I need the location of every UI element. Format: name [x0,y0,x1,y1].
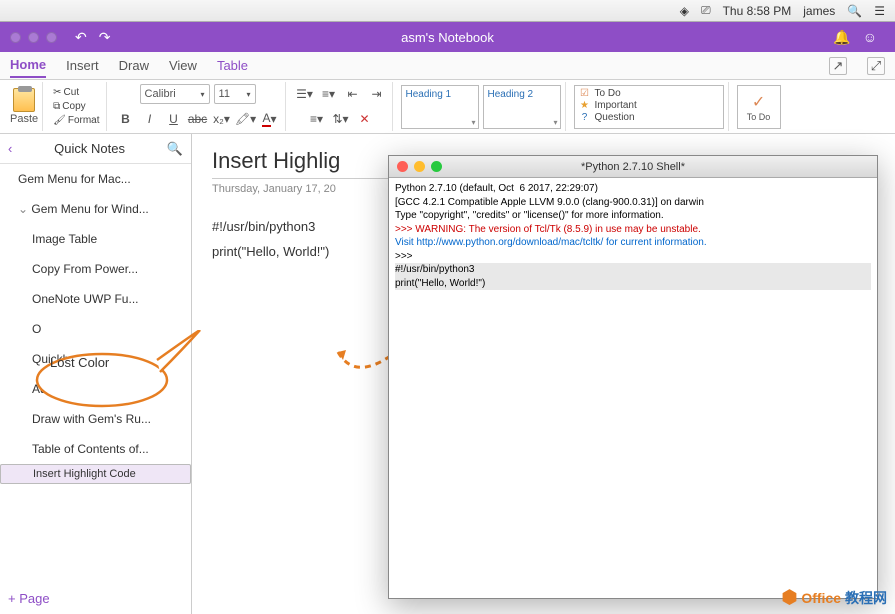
cut-button[interactable]: ✂ Cut [51,86,81,99]
strike-button[interactable]: abc [187,109,209,129]
minimize-icon[interactable] [28,32,39,43]
list-item[interactable]: Gem Menu for Wind... [0,194,191,224]
list-item[interactable]: Table of Contents of... [0,434,191,464]
chevron-left-icon[interactable]: ‹ [8,141,12,156]
close-icon[interactable] [10,32,21,43]
share-icon[interactable]: ↗ [829,57,847,75]
expand-icon[interactable]: ⤢ [867,57,885,75]
outdent-button[interactable]: ⇤ [342,84,364,104]
paste-icon[interactable] [13,88,35,112]
bullets-button[interactable]: ☰▾ [294,84,316,104]
subscript-button[interactable]: x₂▾ [211,109,233,129]
font-color-button[interactable]: A▾ [259,109,281,129]
bold-button[interactable]: B [115,109,137,129]
italic-button[interactable]: I [139,109,161,129]
clear-format-button[interactable]: ✕ [354,109,376,129]
list-item[interactable]: Gem Menu for Mac... [0,164,191,194]
zoom-icon[interactable] [46,32,57,43]
tab-insert[interactable]: Insert [66,54,99,77]
spacing-button[interactable]: ⇅▾ [330,109,352,129]
format-button[interactable]: 🖌 Format [51,114,101,127]
list-item[interactable]: Draw with Gem's Ru... [0,404,191,434]
list-item[interactable]: Image Table [0,224,191,254]
terminal-title: *Python 2.7.10 Shell* [581,161,685,173]
username[interactable]: james [803,4,835,18]
watermark: ⬢ Office教程网 [782,587,887,608]
tab-table[interactable]: Table [217,54,248,77]
todo-button[interactable]: ✓ To Do [737,85,781,129]
tab-home[interactable]: Home [10,53,46,78]
search-icon[interactable]: 🔍 [847,4,862,18]
underline-button[interactable]: U [163,109,185,129]
minimize-icon[interactable] [414,161,425,172]
font-size-select[interactable]: 11▾ [214,84,256,104]
page-list: Gem Menu for Mac... Gem Menu for Wind...… [0,164,191,583]
section-title: Quick Notes [54,141,125,156]
list-item[interactable]: Copy From Power... [0,254,191,284]
close-icon[interactable] [397,161,408,172]
paste-label: Paste [10,113,38,125]
highlight-button[interactable]: 🖍▾ [235,109,257,129]
font-select[interactable]: Calibri▾ [140,84,210,104]
list-item[interactable]: Add Sticky Note in... [0,374,191,404]
zoom-icon[interactable] [431,161,442,172]
terminal-window: *Python 2.7.10 Shell* Python 2.7.10 (def… [388,155,878,599]
office-icon: ⬢ [782,587,798,608]
search-icon[interactable]: 🔍 [167,141,183,157]
align-button[interactable]: ≡▾ [306,109,328,129]
terminal-content[interactable]: Python 2.7.10 (default, Oct 6 2017, 22:2… [389,178,877,598]
undo-button[interactable]: ↶ [69,29,93,46]
menu-icon[interactable]: ☰ [874,4,885,18]
redo-button[interactable]: ↷ [93,29,117,46]
gem-icon[interactable]: ◈ [680,4,689,18]
callout-text: Lost Color [50,355,109,370]
copy-button[interactable]: ⧉ Copy [51,100,88,113]
style-heading2[interactable]: Heading 2▾ [483,85,561,129]
smile-icon[interactable]: ☺ [857,29,883,45]
list-item[interactable]: O [0,314,191,344]
add-page-button[interactable]: + Page [0,583,191,614]
tab-view[interactable]: View [169,54,197,77]
style-heading1[interactable]: Heading 1▾ [401,85,479,129]
numbering-button[interactable]: ≡▾ [318,84,340,104]
tags-card[interactable]: ☑To Do ★Important ?Question [574,85,724,129]
bell-icon[interactable]: 🔔 [827,29,856,46]
indent-button[interactable]: ⇥ [366,84,388,104]
window-title: asm's Notebook [401,30,494,45]
airplay-icon[interactable]: ⎚ [701,3,711,18]
list-item[interactable]: OneNote UWP Fu... [0,284,191,314]
clock: Thu 8:58 PM [723,4,792,18]
tab-draw[interactable]: Draw [119,54,149,77]
list-item[interactable]: Insert Highlight Code [0,464,191,484]
